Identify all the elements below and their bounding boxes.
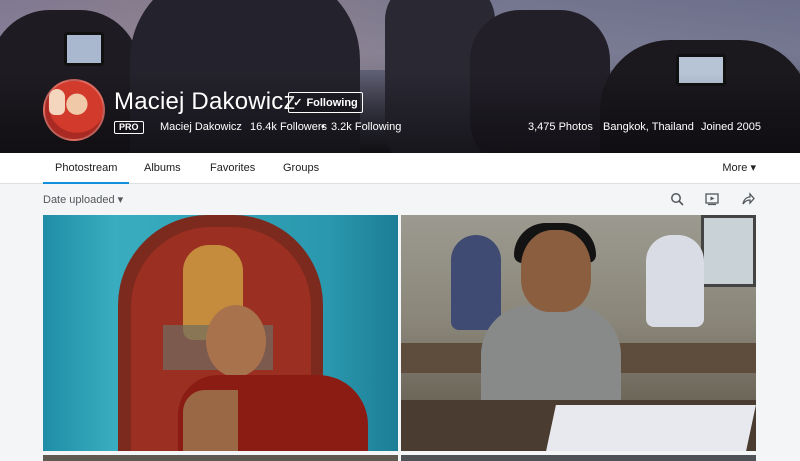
tab-groups[interactable]: Groups — [283, 153, 319, 184]
pro-badge: PRO — [114, 121, 144, 134]
tab-albums[interactable]: Albums — [144, 153, 181, 184]
photo-classroom[interactable] — [401, 215, 756, 451]
location: Bangkok, Thailand — [603, 121, 694, 133]
profile-name: Maciej Dakowicz — [114, 88, 296, 115]
sort-dropdown[interactable]: Date uploaded ▾ — [43, 193, 123, 206]
tab-favorites[interactable]: Favorites — [210, 153, 255, 184]
photo-thumbnail[interactable] — [401, 455, 756, 461]
following-count[interactable]: 3.2k Following — [331, 121, 401, 133]
followers-count[interactable]: 16.4k Followers — [250, 121, 327, 133]
photo-monk[interactable] — [43, 215, 398, 451]
username: Maciej Dakowicz — [160, 121, 242, 133]
check-icon: ✓ — [293, 97, 303, 109]
separator-dot: • — [321, 121, 325, 133]
photos-count: 3,475 Photos — [528, 121, 593, 133]
profile-nav: Photostream Albums Favorites Groups More… — [0, 153, 800, 184]
search-icon[interactable] — [670, 192, 684, 206]
tab-photostream[interactable]: Photostream — [43, 153, 130, 184]
slideshow-icon[interactable] — [705, 192, 719, 206]
avatar[interactable] — [43, 79, 105, 141]
following-button-label: Following — [306, 96, 358, 109]
share-icon[interactable] — [741, 192, 755, 206]
more-menu[interactable]: More ▾ — [722, 153, 756, 184]
following-button[interactable]: ✓ Following — [288, 92, 363, 113]
photo-thumbnail[interactable] — [43, 455, 398, 461]
joined-date: Joined 2005 — [701, 121, 761, 133]
